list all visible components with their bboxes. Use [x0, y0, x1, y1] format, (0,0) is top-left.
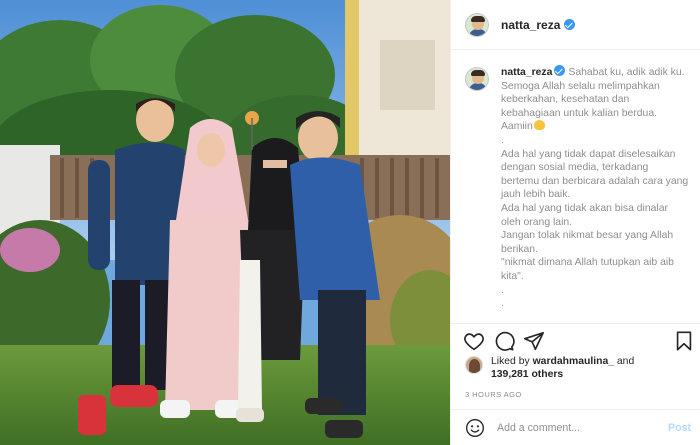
caption-line: .: [501, 298, 504, 310]
heart-icon[interactable]: [463, 330, 485, 352]
caption-line: .: [501, 134, 504, 146]
caption-comment: natta_reza Sahabat ku, adik adik ku. Semo…: [465, 65, 689, 311]
caption-line: Ada hal yang tidak akan bisa dinalar ole…: [501, 202, 671, 228]
caption-verified-badge-icon: [554, 65, 566, 76]
post-timestamp[interactable]: 3 HOURS AGO: [465, 390, 522, 399]
comment-input[interactable]: [497, 421, 669, 434]
likes-text: Liked by wardahmaulina_ and 139,281 othe…: [491, 355, 634, 381]
post-photo-illustration: [0, 0, 450, 445]
verified-badge-icon: [564, 19, 576, 30]
likes-joiner: and: [616, 356, 635, 367]
likes-summary: Liked by wardahmaulina_ and 139,281 othe…: [465, 355, 695, 385]
post-header: natta_reza: [451, 0, 700, 50]
caption-line: Jangan tolak nikmat besar yang Allah ber…: [501, 230, 677, 255]
likes-prefix: Liked by: [491, 356, 530, 367]
author-username[interactable]: natta_reza: [501, 18, 560, 32]
caption-line: "nikmat dimana Allah tutupkan aib aib ki…: [501, 257, 677, 282]
post-comment-button[interactable]: Post: [668, 422, 691, 434]
liker-username[interactable]: wardahmaulina_: [533, 356, 614, 367]
emoji-smiley-icon[interactable]: [465, 418, 485, 438]
praying-hands-emoji-icon: [533, 120, 545, 131]
caption-username[interactable]: natta_reza: [501, 67, 552, 78]
post-photo[interactable]: [0, 0, 450, 445]
likes-count[interactable]: 139,281 others: [491, 369, 563, 380]
author-avatar[interactable]: [465, 12, 489, 37]
caption-line: Semoga Allah selalu melimpahkan keberkah…: [501, 80, 663, 133]
caption-line: Ada hal yang tidak dapat diselesaikan de…: [501, 148, 692, 201]
add-comment-bar: Post: [451, 409, 700, 445]
caption-line: Sahabat ku, adik adik ku.: [568, 67, 685, 78]
caption-line: .: [501, 284, 504, 296]
caption-text: natta_reza Sahabat ku, adik adik ku. Semo…: [501, 65, 689, 311]
caption-area: natta_reza Sahabat ku, adik adik ku. Semo…: [451, 51, 700, 323]
caption-author-avatar[interactable]: [465, 67, 489, 91]
liker-avatar[interactable]: [465, 356, 483, 374]
post-side-panel: natta_reza natta_reza Sahabat ku, adik ad…: [450, 0, 700, 445]
bookmark-icon[interactable]: [673, 330, 695, 352]
comment-icon[interactable]: [493, 330, 515, 352]
share-icon[interactable]: [523, 330, 545, 352]
action-bar: [451, 323, 700, 359]
